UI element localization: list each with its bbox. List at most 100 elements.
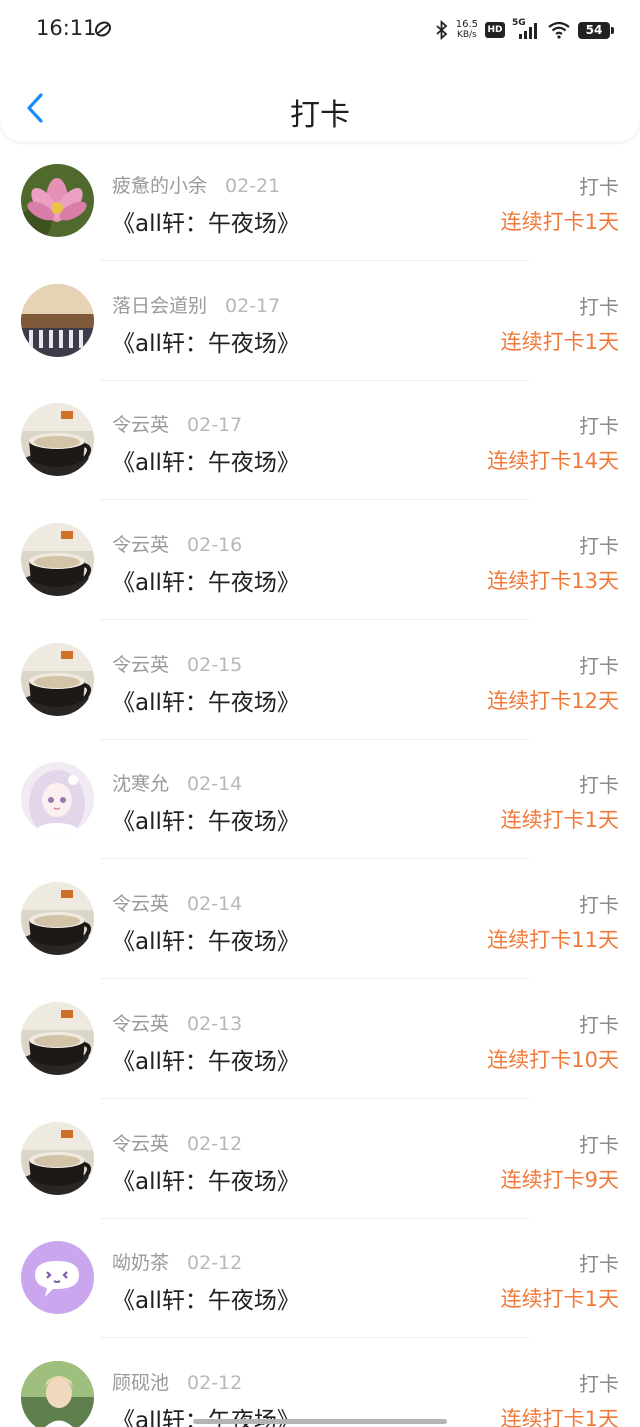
checkin-item[interactable]: 落日会道别 02-17 《all轩：午夜场》 打卡连续打卡1天 <box>0 262 640 382</box>
user-name-line: 令云英 02-12 <box>112 1129 242 1156</box>
user-name-line: 令云英 02-14 <box>112 889 242 916</box>
avatar[interactable] <box>21 882 94 956</box>
checkin-item[interactable]: 顾砚池 02-12 《all轩：午夜场》 打卡 连续打卡1天 <box>0 1339 640 1427</box>
avatar[interactable] <box>21 403 94 477</box>
user-name-line: 令云英 02-13 <box>112 1009 242 1036</box>
avatar[interactable] <box>21 1241 94 1315</box>
checkin-item[interactable]: 令云英 02-15 《all轩：午夜场》 打卡连续打卡12天 <box>0 621 640 741</box>
streak-label: 连续打卡9天 <box>500 1167 619 1192</box>
user-name-line: 顾砚池 02-12 <box>112 1368 242 1395</box>
avatar[interactable] <box>21 762 94 836</box>
user-name[interactable]: 令云英 <box>112 534 169 556</box>
streak-label: 连续打卡12天 <box>487 688 619 713</box>
checkin-item[interactable]: 沈寒允 02-14 《all轩：午夜场》 打卡连续打卡1天 <box>0 740 640 860</box>
header: 16:11 16.5 KB/s HD 5G 54 打卡 <box>0 0 640 142</box>
streak-label: 连续打卡1天 <box>500 808 619 833</box>
checkin-tag: 打卡 <box>579 294 619 319</box>
hd-badge: HD <box>485 22 505 38</box>
user-name[interactable]: 疲惫的小余 <box>112 175 207 197</box>
user-name[interactable]: 令云英 <box>112 1013 169 1035</box>
user-name[interactable]: 呦奶茶 <box>112 1252 169 1274</box>
streak-label: 连续打卡14天 <box>487 449 619 474</box>
user-name[interactable]: 落日会道别 <box>112 295 207 317</box>
avatar[interactable] <box>21 283 94 357</box>
book-title[interactable]: 《all轩：午夜场》 <box>112 683 300 717</box>
page-title: 打卡 <box>290 98 350 133</box>
book-title[interactable]: 《all轩：午夜场》 <box>112 324 300 358</box>
net-speed-unit: KB/s <box>456 30 477 40</box>
battery-indicator: 54 <box>578 21 614 39</box>
checkin-date: 02-14 <box>187 773 243 796</box>
avatar[interactable] <box>21 1121 94 1195</box>
checkin-item[interactable]: 疲惫的小余 02-21 《all轩：午夜场》 打卡连续打卡1天 <box>0 142 640 262</box>
user-name-line: 呦奶茶 02-12 <box>112 1248 242 1275</box>
sync-icon <box>94 20 112 38</box>
checkin-item[interactable]: 令云英 02-14 《all轩：午夜场》 打卡连续打卡11天 <box>0 860 640 980</box>
user-name[interactable]: 令云英 <box>112 1133 169 1155</box>
checkin-item[interactable]: 令云英 02-16 《all轩：午夜场》 打卡连续打卡13天 <box>0 501 640 621</box>
book-title[interactable]: 《all轩：午夜场》 <box>112 1162 300 1196</box>
user-name[interactable]: 令云英 <box>112 893 169 915</box>
checkin-tag: 打卡 <box>579 1132 619 1157</box>
checkin-item[interactable]: 令云英 02-17 《all轩：午夜场》 打卡连续打卡14天 <box>0 381 640 501</box>
nav-bar: 打卡 <box>0 72 640 142</box>
avatar[interactable] <box>21 523 94 597</box>
checkin-tag: 打卡 <box>579 534 619 559</box>
signal-icon: 5G <box>512 18 540 40</box>
book-title[interactable]: 《all轩：午夜场》 <box>112 1042 300 1076</box>
avatar[interactable] <box>21 1001 94 1075</box>
streak-label: 连续打卡1天 <box>500 1406 619 1427</box>
checkin-tag: 打卡 <box>579 414 619 439</box>
book-title[interactable]: 《all轩：午夜场》 <box>112 204 300 238</box>
user-name-line: 令云英 02-16 <box>112 530 242 557</box>
user-name[interactable]: 令云英 <box>112 414 169 436</box>
avatar[interactable] <box>21 164 94 237</box>
checkin-date: 02-12 <box>187 1371 243 1394</box>
streak-label: 连续打卡1天 <box>500 1287 619 1312</box>
checkin-date: 02-12 <box>187 1132 243 1155</box>
book-title[interactable]: 《all轩：午夜场》 <box>112 1281 300 1315</box>
checkin-tag: 打卡 <box>579 175 619 199</box>
net-speed-value: 16.5 <box>455 19 478 30</box>
wifi-icon <box>547 21 571 39</box>
checkin-tag: 打卡 <box>579 773 619 798</box>
status-bar: 16:11 16.5 KB/s HD 5G 54 <box>0 0 640 60</box>
checkin-date: 02-15 <box>187 653 243 676</box>
checkin-list: 疲惫的小余 02-21 《all轩：午夜场》 打卡 连续打卡1天 落日会道别 02-17 《a… <box>0 142 640 1427</box>
checkin-tag: 打卡 <box>579 1252 619 1277</box>
status-icons: 16.5 KB/s HD 5G 54 <box>435 17 614 43</box>
user-name-line: 落日会道别 02-17 <box>112 291 280 318</box>
user-name-line: 令云英 02-15 <box>112 650 242 677</box>
streak-label: 连续打卡13天 <box>487 569 619 594</box>
user-name[interactable]: 沈寒允 <box>112 773 169 795</box>
user-name[interactable]: 令云英 <box>112 654 169 676</box>
bluetooth-icon <box>435 20 449 40</box>
book-title[interactable]: 《all轩：午夜场》 <box>112 802 300 836</box>
streak-label: 连续打卡1天 <box>500 329 619 354</box>
checkin-tag: 打卡 <box>579 653 619 678</box>
book-title[interactable]: 《all轩：午夜场》 <box>112 922 300 956</box>
streak-label: 连续打卡1天 <box>500 210 619 234</box>
book-title[interactable]: 《all轩：午夜场》 <box>112 443 300 477</box>
checkin-date: 02-17 <box>225 294 281 317</box>
checkin-date: 02-16 <box>187 534 243 557</box>
checkin-date: 02-21 <box>225 175 281 197</box>
user-name[interactable]: 顾砚池 <box>112 1372 169 1394</box>
checkin-item[interactable]: 令云英 02-12 《all轩：午夜场》 打卡连续打卡9天 <box>0 1100 640 1220</box>
net-speed: 16.5 KB/s <box>455 19 478 41</box>
checkin-tag: 打卡 <box>579 893 619 918</box>
streak-label: 连续打卡11天 <box>487 928 619 953</box>
checkin-date: 02-14 <box>187 893 243 916</box>
avatar[interactable] <box>21 642 94 716</box>
checkin-date: 02-12 <box>187 1252 243 1275</box>
streak-label: 连续打卡10天 <box>487 1047 619 1072</box>
checkin-item[interactable]: 呦奶茶 02-12 《all轩：午夜场》 打卡连续打卡1天 <box>0 1219 640 1339</box>
avatar[interactable] <box>21 1360 94 1427</box>
home-indicator[interactable] <box>193 1419 447 1424</box>
book-title[interactable]: 《all轩：午夜场》 <box>112 563 300 597</box>
status-time: 16:11 <box>36 16 97 40</box>
user-name-line: 沈寒允 02-14 <box>112 769 242 796</box>
user-name-line: 令云英 02-17 <box>112 410 242 437</box>
checkin-item[interactable]: 令云英 02-13 《all轩：午夜场》 打卡 连续打卡10天 <box>0 980 640 1100</box>
checkin-date: 02-17 <box>187 414 243 437</box>
